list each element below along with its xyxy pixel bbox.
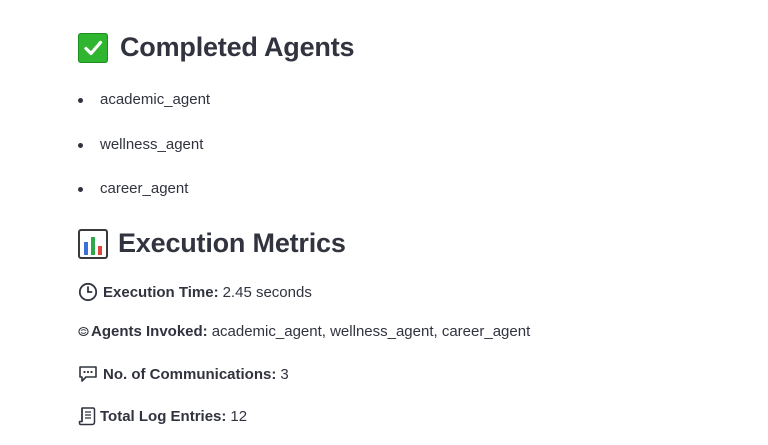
metric-label: No. of Communications:: [103, 365, 277, 383]
metric-label: Agents Invoked:: [91, 323, 208, 340]
metric-value: 12: [230, 407, 248, 425]
list-item: academic_agent: [78, 88, 210, 133]
scroll-icon: [78, 406, 96, 426]
list-item: career_agent: [78, 177, 210, 222]
metric-label: Execution Time:: [103, 283, 219, 301]
bar-chart-icon: [78, 228, 108, 259]
completed-agents-heading: Completed Agents: [78, 32, 355, 63]
check-mark-button-icon: [78, 32, 108, 63]
metric-communications: No. of Communications: 3: [78, 365, 289, 383]
metric-agents-invoked: Agents Invoked: academic_agent, wellness…: [78, 323, 530, 340]
brain-icon: [78, 326, 89, 337]
execution-metrics-title: Execution Metrics: [118, 228, 346, 258]
metric-log-entries: Total Log Entries: 12: [78, 406, 247, 426]
completed-agents-title: Completed Agents: [120, 32, 355, 62]
metric-label: Total Log Entries:: [100, 407, 227, 425]
completed-agents-list: academic_agent wellness_agent career_age…: [78, 88, 210, 222]
list-item: wellness_agent: [78, 133, 210, 178]
clock-icon: [78, 282, 98, 302]
speech-balloon-icon: [78, 365, 98, 383]
metric-value: academic_agent, wellness_agent, career_a…: [211, 323, 531, 340]
metric-value: 2.45 seconds: [222, 283, 312, 301]
metric-value: 3: [280, 365, 289, 383]
metric-execution-time: Execution Time: 2.45 seconds: [78, 282, 312, 302]
execution-metrics-heading: Execution Metrics: [78, 228, 346, 259]
